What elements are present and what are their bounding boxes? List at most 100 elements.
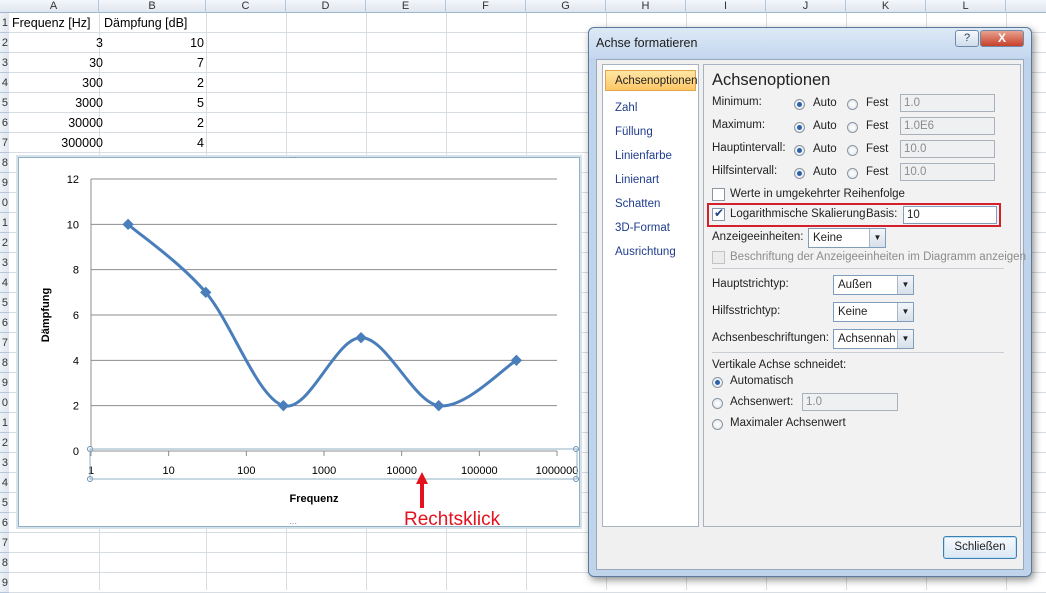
cell-b1[interactable]: Dämpfung [dB] <box>104 13 206 33</box>
maximum-value-field[interactable]: 1.0E6 <box>900 117 995 135</box>
minor-unit-value-field[interactable]: 10.0 <box>900 163 995 181</box>
minor-unit-auto-radio[interactable] <box>794 168 805 179</box>
major-unit-value-field[interactable]: 10.0 <box>900 140 995 158</box>
display-units-dropdown[interactable]: Keine ▼ <box>808 228 886 248</box>
minimum-auto-radio[interactable] <box>794 99 805 110</box>
close-icon[interactable]: X <box>980 30 1024 47</box>
row-header[interactable]: 0 <box>0 193 9 213</box>
row-header[interactable]: 8 <box>0 353 9 373</box>
cell-b4[interactable]: 2 <box>99 73 204 93</box>
log-scale-label[interactable]: Logarithmische Skalierung <box>730 208 866 220</box>
cell-a4[interactable]: 300 <box>9 73 103 93</box>
cell-b6[interactable]: 2 <box>99 113 204 133</box>
cell-b2[interactable]: 10 <box>99 33 204 53</box>
cell-a2[interactable]: 3 <box>9 33 103 53</box>
nav-item-achsenoptionen[interactable]: Achsenoptionen <box>605 70 697 91</box>
axis-labels-dropdown[interactable]: Achsennah ▼ <box>833 329 914 349</box>
row-header[interactable]: 7 <box>0 533 9 553</box>
minimum-value-field[interactable]: 1.0 <box>900 94 995 112</box>
cross-auto-label[interactable]: Automatisch <box>730 375 793 387</box>
row-header[interactable]: 5 <box>0 293 9 313</box>
minimum-fixed-radio[interactable] <box>847 99 858 110</box>
row-header[interactable]: 2 <box>0 233 9 253</box>
log-scale-checkbox[interactable] <box>712 206 725 221</box>
nav-item-linienart[interactable]: Linienart <box>615 174 659 186</box>
major-tick-dropdown[interactable]: Außen ▼ <box>833 275 914 295</box>
cross-max-label[interactable]: Maximaler Achsenwert <box>730 417 846 429</box>
row-header[interactable]: 4 <box>0 473 9 493</box>
nav-item-3d-format[interactable]: 3D-Format <box>615 222 670 234</box>
y-axis-title[interactable]: Dämpfung <box>40 288 52 342</box>
major-unit-auto-label[interactable]: Auto <box>813 143 837 155</box>
maximum-fixed-label[interactable]: Fest <box>866 120 888 132</box>
column-header-f[interactable]: F <box>446 0 526 13</box>
cross-max-radio[interactable] <box>712 419 723 430</box>
row-header[interactable]: 5 <box>0 93 9 113</box>
nav-item-linienfarbe[interactable]: Linienfarbe <box>615 150 672 162</box>
format-axis-dialog[interactable]: Achse formatieren ? X Achsenoptionen Zah… <box>588 27 1032 577</box>
column-header-k[interactable]: K <box>846 0 926 13</box>
minimum-auto-label[interactable]: Auto <box>813 97 837 109</box>
cell-b3[interactable]: 7 <box>99 53 204 73</box>
minor-unit-fixed-label[interactable]: Fest <box>866 166 888 178</box>
row-header[interactable]: 6 <box>0 513 9 533</box>
row-header[interactable]: 9 <box>0 573 9 593</box>
dialog-titlebar[interactable]: Achse formatieren ? X <box>589 28 1031 58</box>
column-header-i[interactable]: I <box>686 0 766 13</box>
cell-b7[interactable]: 4 <box>99 133 204 153</box>
close-button[interactable]: Schließen <box>943 536 1017 559</box>
cross-value-field[interactable]: 1.0 <box>802 393 898 411</box>
minor-tick-dropdown[interactable]: Keine ▼ <box>833 302 914 322</box>
cell-a6[interactable]: 30000 <box>9 113 103 133</box>
nav-item-ausrichtung[interactable]: Ausrichtung <box>615 246 676 258</box>
minor-unit-auto-label[interactable]: Auto <box>813 166 837 178</box>
maximum-auto-radio[interactable] <box>794 122 805 133</box>
line-chart[interactable]: 0 2 4 6 8 10 12 1 10 100 1000 10000 100000 1000000 D… <box>19 158 579 526</box>
column-header-a[interactable]: A <box>9 0 99 13</box>
nav-item-fuellung[interactable]: Füllung <box>615 126 653 138</box>
nav-item-schatten[interactable]: Schatten <box>615 198 660 210</box>
column-header-c[interactable]: C <box>206 0 286 13</box>
row-header[interactable]: 8 <box>0 153 9 173</box>
column-header-g[interactable]: G <box>526 0 606 13</box>
nav-item-zahl[interactable]: Zahl <box>615 102 637 114</box>
row-header[interactable]: 3 <box>0 253 9 273</box>
row-header[interactable]: 1 <box>0 413 9 433</box>
column-header-e[interactable]: E <box>366 0 446 13</box>
row-header[interactable]: 4 <box>0 73 9 93</box>
cross-auto-radio[interactable] <box>712 377 723 388</box>
row-header[interactable]: 1 <box>0 13 9 33</box>
maximum-auto-label[interactable]: Auto <box>813 120 837 132</box>
column-header-l[interactable]: L <box>926 0 1006 13</box>
show-units-checkbox[interactable] <box>712 251 725 264</box>
chart-object[interactable]: ⋯ ⋯ 0 2 4 6 8 10 12 1 10 100 1000 10000 100000 10000… <box>18 153 580 528</box>
cell-a7[interactable]: 300000 <box>9 133 103 153</box>
row-header[interactable]: 6 <box>0 113 9 133</box>
cell-a1[interactable]: Frequenz [Hz] <box>12 13 100 33</box>
row-header[interactable]: 6 <box>0 313 9 333</box>
row-header[interactable]: 3 <box>0 453 9 473</box>
cross-value-radio[interactable] <box>712 398 723 409</box>
row-header[interactable]: 4 <box>0 273 9 293</box>
help-button[interactable]: ? <box>955 30 979 47</box>
column-header-b[interactable]: B <box>99 0 206 13</box>
column-header-j[interactable]: J <box>766 0 846 13</box>
minimum-fixed-label[interactable]: Fest <box>866 97 888 109</box>
major-unit-auto-radio[interactable] <box>794 145 805 156</box>
cell-a5[interactable]: 3000 <box>9 93 103 113</box>
show-units-label[interactable]: Beschriftung der Anzeigeeinheiten im Dia… <box>730 251 1026 263</box>
row-header[interactable]: 7 <box>0 333 9 353</box>
row-header[interactable]: 8 <box>0 553 9 573</box>
row-header[interactable]: 9 <box>0 173 9 193</box>
row-header[interactable]: 3 <box>0 53 9 73</box>
row-header[interactable]: 1 <box>0 213 9 233</box>
row-header[interactable]: 5 <box>0 493 9 513</box>
row-header[interactable]: 7 <box>0 133 9 153</box>
minor-unit-fixed-radio[interactable] <box>847 168 858 179</box>
cell-a3[interactable]: 30 <box>9 53 103 73</box>
row-header[interactable]: 9 <box>0 373 9 393</box>
maximum-fixed-radio[interactable] <box>847 122 858 133</box>
major-unit-fixed-radio[interactable] <box>847 145 858 156</box>
reverse-order-label[interactable]: Werte in umgekehrter Reihenfolge <box>730 188 905 200</box>
cell-b5[interactable]: 5 <box>99 93 204 113</box>
